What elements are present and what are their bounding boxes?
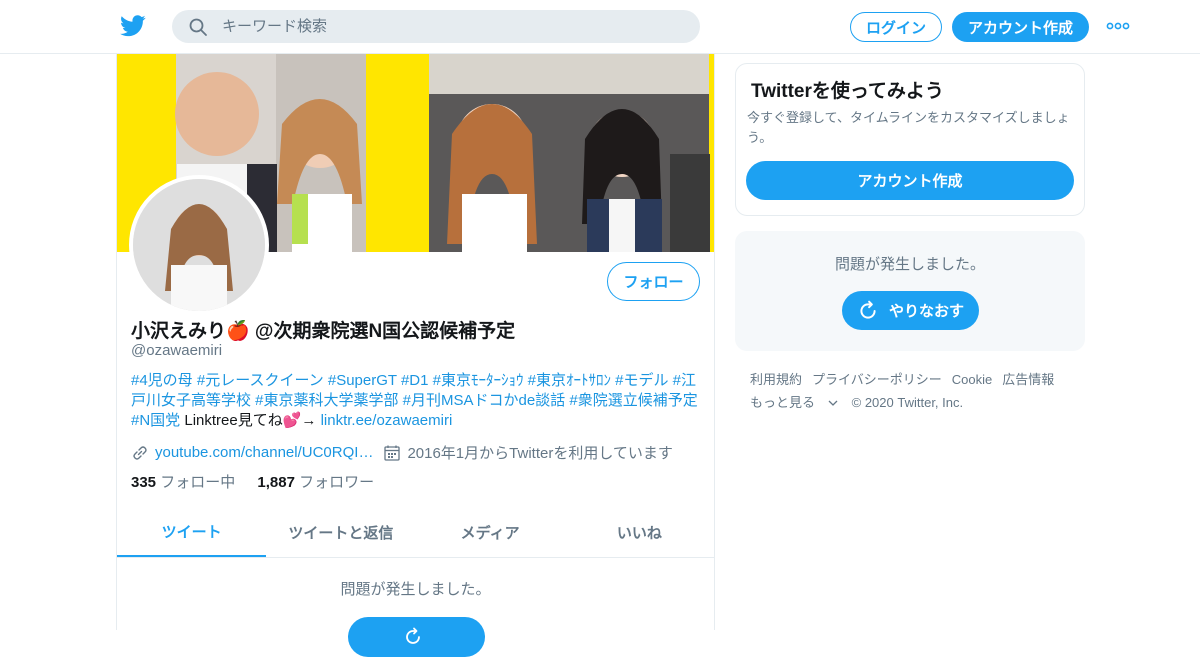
sidebar-error-message: 問題が発生しました。	[834, 256, 985, 273]
chevron-down-icon	[828, 400, 838, 406]
twitter-bird-logo-icon[interactable]	[120, 14, 146, 38]
profile-tabs: ツイート ツイートと返信 メディア いいね	[117, 508, 714, 558]
profile-column: フォロー 小沢えみり🍎 @次期衆院選N国公認候補予定 @ozawaemiri #…	[116, 54, 715, 657]
profile-avatar[interactable]	[129, 175, 269, 315]
retry-icon	[405, 627, 420, 644]
login-button[interactable]: ログイン	[850, 12, 942, 42]
signup-button[interactable]: アカウント作成	[952, 12, 1089, 42]
bio-text: Linktree見てね💕→	[180, 412, 321, 429]
footer-link-cookie[interactable]: Cookie	[952, 372, 992, 387]
profile-meta: youtube.com/channel/UC0RQI… 2016年1月からTwi…	[131, 442, 673, 463]
footer-more-label: もっと見る	[750, 395, 816, 410]
profile-handle: @ozawaemiri	[131, 342, 223, 359]
footer-links-row: 利用規約 プライバシーポリシー Cookie 広告情報	[750, 368, 1080, 391]
more-options-icon[interactable]	[1106, 21, 1130, 31]
followers-label: フォロワー	[299, 474, 375, 491]
calendar-icon	[384, 445, 401, 461]
tab-likes[interactable]: いいね	[565, 508, 714, 557]
sidebar-retry-label: やりなおす	[888, 303, 964, 320]
tab-tweets-and-replies[interactable]: ツイートと返信	[266, 508, 415, 557]
timeline-error-message: 問題が発生しました。	[340, 581, 491, 598]
footer-link-terms[interactable]: 利用規約	[750, 372, 802, 387]
signup-prompt-card: Twitterを使ってみよう 今すぐ登録して、タイムラインをカスタマイズしましょ…	[735, 63, 1085, 216]
link-icon	[133, 445, 147, 460]
followers-count: 1,887	[257, 474, 295, 491]
profile-display-name: 小沢えみり🍎 @次期衆院選N国公認候補予定	[131, 321, 516, 342]
sidebar-error-box: 問題が発生しました。 やりなおす	[735, 231, 1085, 351]
footer-more-link[interactable]: もっと見る	[750, 395, 838, 410]
following-count: 335	[131, 474, 157, 491]
footer-second-row: もっと見る © 2020 Twitter, Inc.	[750, 391, 1080, 414]
search-input[interactable]	[222, 10, 682, 43]
search-icon	[189, 18, 207, 36]
sidebar-retry-button[interactable]: やりなおす	[842, 291, 979, 330]
following-label: フォロー中	[160, 474, 236, 491]
footer-link-privacy[interactable]: プライバシーポリシー	[812, 372, 942, 387]
profile-stats: 335 フォロー中 1,887 フォロワー	[131, 471, 374, 492]
top-navigation-bar: ログイン アカウント作成	[0, 0, 1200, 54]
profile-joined-date: 2016年1月からTwitterを利用しています	[407, 445, 673, 462]
signup-card-text: 今すぐ登録して、タイムラインをカスタマイズしましょう。	[747, 110, 1070, 145]
signup-card-title: Twitterを使ってみよう	[751, 81, 944, 102]
tab-tweets[interactable]: ツイート	[117, 508, 267, 557]
follow-button[interactable]: フォロー	[607, 262, 700, 301]
timeline-retry-button[interactable]	[348, 617, 485, 657]
followers-stat[interactable]: 1,887 フォロワー	[257, 474, 374, 491]
footer-link-ads[interactable]: 広告情報	[1002, 372, 1054, 387]
footer-copyright: © 2020 Twitter, Inc.	[851, 395, 964, 410]
tab-media[interactable]: メディア	[416, 508, 565, 557]
profile-website-link[interactable]: youtube.com/channel/UC0RQI…	[155, 444, 373, 461]
profile-bio: #4児の母 #元レースクイーン #SuperGT #D1 #東京ﾓｰﾀｰｼｮｳ …	[131, 371, 701, 431]
following-stat[interactable]: 335 フォロー中	[131, 474, 235, 491]
retry-icon	[860, 300, 876, 319]
signup-card-button[interactable]: アカウント作成	[746, 161, 1074, 200]
bio-link[interactable]: linktr.ee/ozawaemiri	[321, 412, 453, 429]
search-bar[interactable]	[172, 10, 700, 43]
avatar-photo	[133, 179, 265, 311]
page-footer: 利用規約 プライバシーポリシー Cookie 広告情報 もっと見る © 2020 Tw…	[750, 368, 1080, 414]
